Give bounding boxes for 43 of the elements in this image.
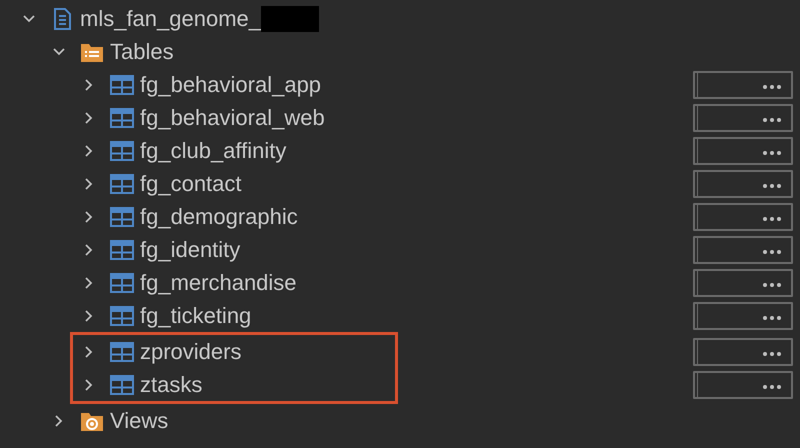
table-icon xyxy=(110,72,134,96)
input-field[interactable] xyxy=(693,71,793,99)
more-icon[interactable] xyxy=(763,118,781,122)
tree-item-label[interactable]: fg_demographic xyxy=(140,204,298,230)
input-field[interactable] xyxy=(693,104,793,132)
tree-item-label[interactable]: ztasks xyxy=(140,372,202,398)
tree-item-label[interactable]: fg_club_affinity xyxy=(140,138,286,164)
more-icon[interactable] xyxy=(763,316,781,320)
table-icon xyxy=(110,204,134,228)
tree-item-label[interactable]: fg_identity xyxy=(140,236,240,262)
table-icon xyxy=(110,106,134,130)
table-icon xyxy=(110,138,134,162)
tree-item-label[interactable]: fg_contact xyxy=(140,170,242,196)
table-icon xyxy=(110,304,134,328)
tree-item-label[interactable]: fg_merchandise xyxy=(140,270,297,296)
input-field[interactable] xyxy=(693,302,793,330)
table-icon xyxy=(110,238,134,262)
more-icon[interactable] xyxy=(763,85,781,89)
input-field[interactable] xyxy=(693,269,793,297)
table-icon xyxy=(110,372,134,396)
table-icon xyxy=(110,270,134,294)
tree-item-label[interactable]: zproviders xyxy=(140,338,242,364)
more-icon[interactable] xyxy=(763,352,781,356)
table-icon xyxy=(110,340,134,364)
input-field[interactable] xyxy=(693,137,793,165)
more-icon[interactable] xyxy=(763,217,781,221)
more-icon[interactable] xyxy=(763,283,781,287)
tree-item-label[interactable]: fg_ticketing xyxy=(140,302,252,328)
input-field[interactable] xyxy=(693,338,793,366)
input-field[interactable] xyxy=(693,236,793,264)
more-icon[interactable] xyxy=(763,250,781,254)
input-field[interactable] xyxy=(693,203,793,231)
input-field[interactable] xyxy=(693,371,793,399)
more-icon[interactable] xyxy=(763,385,781,389)
tree-item-label[interactable]: Views xyxy=(110,408,168,434)
more-icon[interactable] xyxy=(763,151,781,155)
tree-item-label[interactable]: fg_behavioral_app xyxy=(140,72,322,98)
tree-item-label[interactable]: fg_behavioral_web xyxy=(140,104,325,130)
input-field[interactable] xyxy=(693,170,793,198)
more-icon[interactable] xyxy=(763,184,781,188)
tree-item-label[interactable]: Tables xyxy=(110,38,174,64)
tree-item-label[interactable]: mls_fan_genome_ xyxy=(80,6,262,32)
table-icon xyxy=(110,172,134,196)
